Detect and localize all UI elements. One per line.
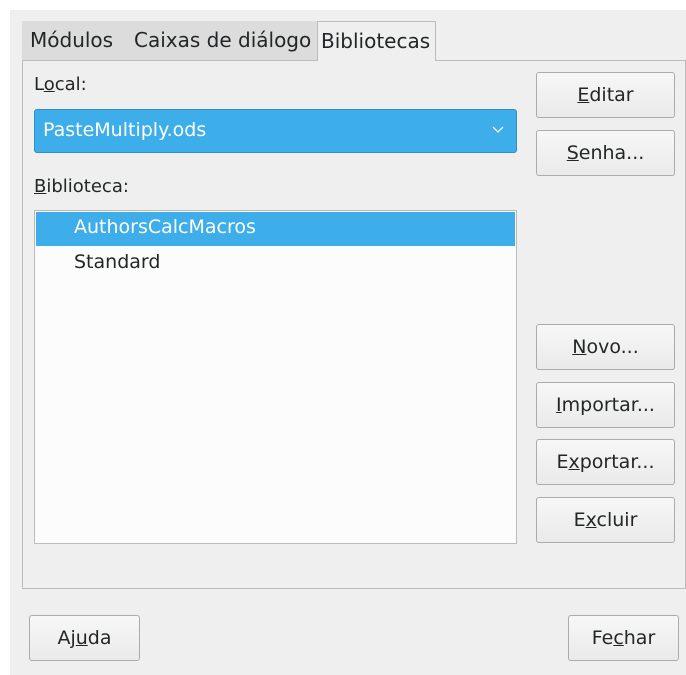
library-label: Biblioteca:	[34, 176, 129, 197]
location-dropdown[interactable]: PasteMultiply.ods	[34, 109, 517, 153]
export-button[interactable]: Exportar...	[536, 439, 675, 485]
tab-label: Módulos	[30, 28, 114, 52]
tab-libraries[interactable]: Bibliotecas	[317, 21, 436, 61]
tab-dialogs[interactable]: Caixas de diálogo	[128, 21, 324, 60]
list-item[interactable]: AuthorsCalcMacros	[36, 212, 515, 246]
library-list[interactable]: AuthorsCalcMacros Standard	[34, 210, 517, 544]
tab-label: Caixas de diálogo	[134, 28, 312, 52]
location-label: Local:	[34, 74, 87, 95]
import-button[interactable]: Importar...	[536, 382, 675, 428]
list-item[interactable]: Standard	[36, 247, 515, 281]
delete-button[interactable]: Excluir	[536, 497, 675, 543]
tab-modules[interactable]: Módulos	[22, 21, 136, 60]
close-button[interactable]: Fechar	[568, 615, 679, 661]
edit-button[interactable]: Editar	[536, 72, 675, 118]
help-button[interactable]: Ajuda	[29, 615, 140, 661]
chevron-down-icon	[492, 126, 504, 133]
tab-label: Bibliotecas	[321, 29, 431, 53]
new-button[interactable]: Novo...	[536, 324, 675, 370]
password-button[interactable]: Senha...	[536, 130, 675, 176]
location-value: PasteMultiply.ods	[43, 119, 207, 141]
